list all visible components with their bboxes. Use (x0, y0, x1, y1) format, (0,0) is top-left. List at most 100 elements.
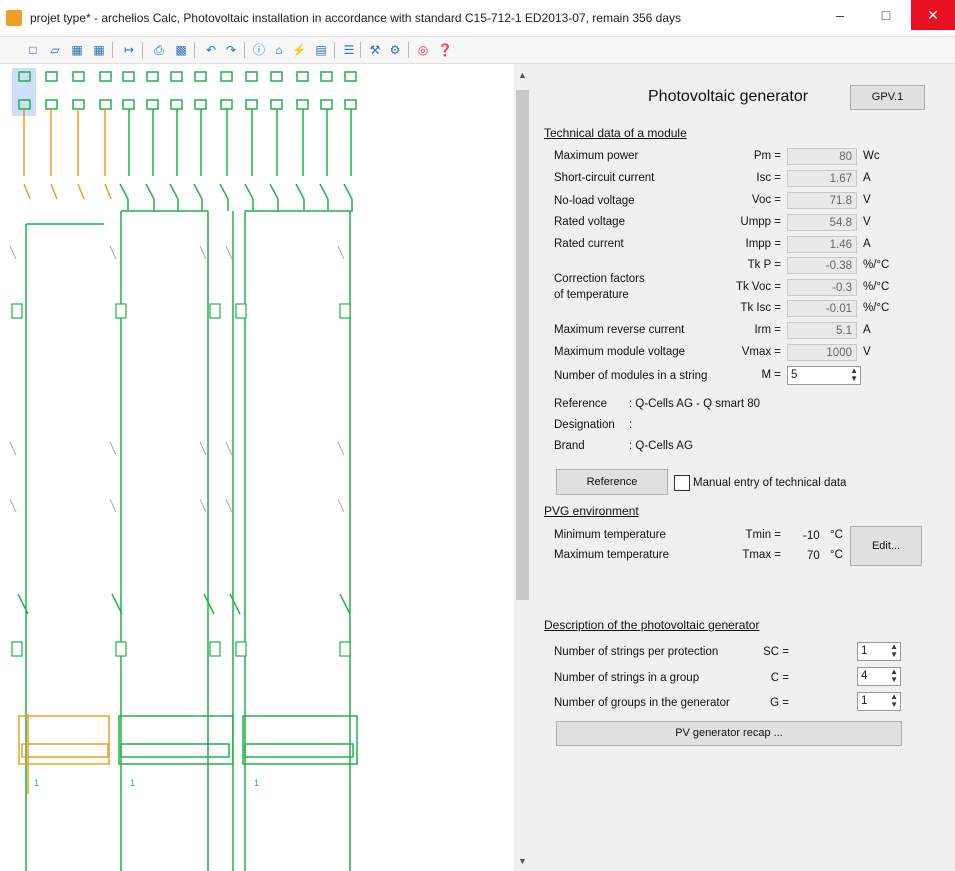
scroll-down-icon[interactable]: ▼ (514, 856, 531, 866)
minimize-button[interactable]: – (818, 0, 862, 30)
gpv-button[interactable]: GPV.1 (850, 85, 925, 110)
database-icon[interactable]: ☰ (340, 41, 358, 59)
toolbar: □ ▱ ▦ ▦ ↦ ⎙ ▩ ↶ ↷ ⓘ ⌂ ⚡ ▤ ☰ ⚒ ⚙ ◎ ❓ (0, 37, 955, 64)
value-tkp: -0.38 (787, 257, 857, 274)
symbol-isc: Isc = (756, 172, 781, 184)
symbol-tkisc: Tk Isc = (740, 302, 781, 314)
label-max-temp: Maximum temperature (554, 549, 670, 561)
wrench-icon[interactable]: ⚒ (366, 41, 384, 59)
manual-entry-checkbox[interactable] (674, 475, 690, 491)
chart-icon[interactable]: ▤ (312, 41, 330, 59)
open-icon[interactable]: ▱ (46, 41, 64, 59)
export-icon[interactable]: ↦ (120, 41, 138, 59)
scroll-up-icon[interactable]: ▲ (514, 70, 531, 80)
symbol-umpp: Umpp = (740, 216, 781, 228)
surge-protectors (11, 303, 351, 657)
home-icon[interactable]: ⌂ (270, 41, 288, 59)
save-as-icon[interactable]: ▦ (90, 41, 108, 59)
value-irm: 5.1 (787, 322, 857, 339)
strings-per-protection-stepper[interactable]: 1 ▲ ▼ (857, 642, 901, 661)
reference-button[interactable]: Reference (556, 469, 668, 495)
value-tkvoc: -0.3 (787, 279, 857, 296)
redo-icon[interactable]: ↷ (222, 41, 240, 59)
label-rated-voltage: Rated voltage (554, 216, 625, 228)
maximize-button[interactable]: □ (864, 0, 908, 30)
new-icon[interactable]: □ (24, 41, 42, 59)
value-reference: : Q-Cells AG - Q smart 80 (629, 398, 760, 410)
value-tmin: -10 (803, 530, 820, 542)
help-lifebuoy-icon[interactable]: ◎ (414, 41, 432, 59)
symbol-pm: Pm = (753, 150, 781, 162)
value-isc: 1.67 (787, 170, 857, 187)
unit-tmin: °C (830, 529, 843, 541)
value-umpp: 54.8 (787, 214, 857, 231)
label-no-load-voltage: No-load voltage (554, 195, 635, 207)
modules-stepper-value: 5 (791, 369, 798, 381)
value-pm: 80 (787, 148, 857, 165)
symbol-tmin: Tmin = (745, 529, 781, 541)
symbol-tmax: Tmax = (742, 549, 781, 561)
label-correction-2: of temperature (554, 289, 629, 301)
value-voc: 71.8 (787, 192, 857, 209)
value-vmax: 1000 (787, 344, 857, 361)
app-icon (6, 10, 22, 26)
stepper-arrows-icon[interactable]: ▲ ▼ (850, 367, 858, 383)
unit-umpp: V (863, 216, 871, 228)
technical-data-section-title: Technical data of a module (544, 126, 687, 140)
value-tkisc: -0.01 (787, 300, 857, 317)
label-strings-in-group: Number of strings in a group (554, 672, 700, 684)
pv-generator-recap-button[interactable]: PV generator recap ... (556, 721, 902, 746)
symbol-tkvoc: Tk Voc = (735, 281, 781, 293)
export-image-icon[interactable]: ▩ (172, 41, 190, 59)
stepper-arrows-icon[interactable]: ▲ ▼ (890, 643, 898, 659)
save-icon[interactable]: ▦ (68, 41, 86, 59)
print-icon[interactable]: ⎙ (150, 41, 168, 59)
close-button[interactable]: ✕ (911, 0, 955, 30)
label-strings-per-protection: Number of strings per protection (554, 646, 719, 658)
label-min-temp: Minimum temperature (554, 529, 666, 541)
undo-icon[interactable]: ↶ (202, 41, 220, 59)
unit-tkp: %/°C (863, 259, 890, 271)
unit-impp: A (863, 238, 871, 250)
stepper-arrows-icon[interactable]: ▲ ▼ (890, 668, 898, 684)
label-groups-in-generator: Number of groups in the generator (554, 697, 730, 709)
edit-button[interactable]: Edit... (850, 526, 922, 566)
lightning-icon[interactable]: ⚡ (290, 41, 308, 59)
label-max-power: Maximum power (554, 150, 639, 162)
strings-in-group-value: 4 (861, 670, 868, 682)
symbol-tkp: Tk P = (747, 259, 781, 271)
groups-in-generator-value: 1 (861, 695, 868, 707)
diagram-scrollbar[interactable]: ▲ ▼ (514, 64, 531, 871)
label-short-circuit: Short-circuit current (554, 172, 655, 184)
info-icon[interactable]: ⓘ (250, 41, 268, 59)
diagram-label-1: 1 (34, 778, 39, 788)
symbol-irm: Irm = (754, 324, 781, 336)
panel-title: Photovoltaic generator (648, 88, 809, 105)
symbol-c: C = (770, 672, 789, 684)
diagram-label-3: 1 (254, 778, 259, 788)
unit-vmax: V (863, 346, 871, 358)
pv-modules (18, 71, 357, 110)
schematic-diagram[interactable]: 1 1 1 (0, 64, 514, 871)
modules-stepper[interactable]: 5 ▲ ▼ (787, 366, 861, 385)
groups-in-generator-stepper[interactable]: 1 ▲ ▼ (857, 692, 901, 711)
label-modules-in-string: Number of modules in a string (554, 370, 708, 382)
window-titlebar: projet type* - archelios Calc, Photovolt… (0, 0, 955, 37)
disconnect-switches (17, 593, 351, 615)
description-section-title: Description of the photovoltaic generato… (544, 618, 760, 632)
strings-in-group-stepper[interactable]: 4 ▲ ▼ (857, 667, 901, 686)
scroll-thumb[interactable] (516, 90, 529, 600)
symbol-g: G = (770, 697, 789, 709)
value-designation: : (629, 419, 633, 431)
strings-per-protection-value: 1 (861, 645, 868, 657)
value-tmax: 70 (807, 550, 820, 562)
unit-tkvoc: %/°C (863, 281, 890, 293)
symbol-impp: Impp = (745, 238, 781, 250)
diagram-label-2: 1 (130, 778, 135, 788)
help-icon[interactable]: ❓ (436, 41, 454, 59)
stepper-arrows-icon[interactable]: ▲ ▼ (890, 693, 898, 709)
schematic-svg: 1 1 1 (9, 68, 358, 871)
manual-entry-label: Manual entry of technical data (693, 477, 847, 489)
gear-icon[interactable]: ⚙ (386, 41, 404, 59)
symbol-sc: SC = (763, 646, 789, 658)
